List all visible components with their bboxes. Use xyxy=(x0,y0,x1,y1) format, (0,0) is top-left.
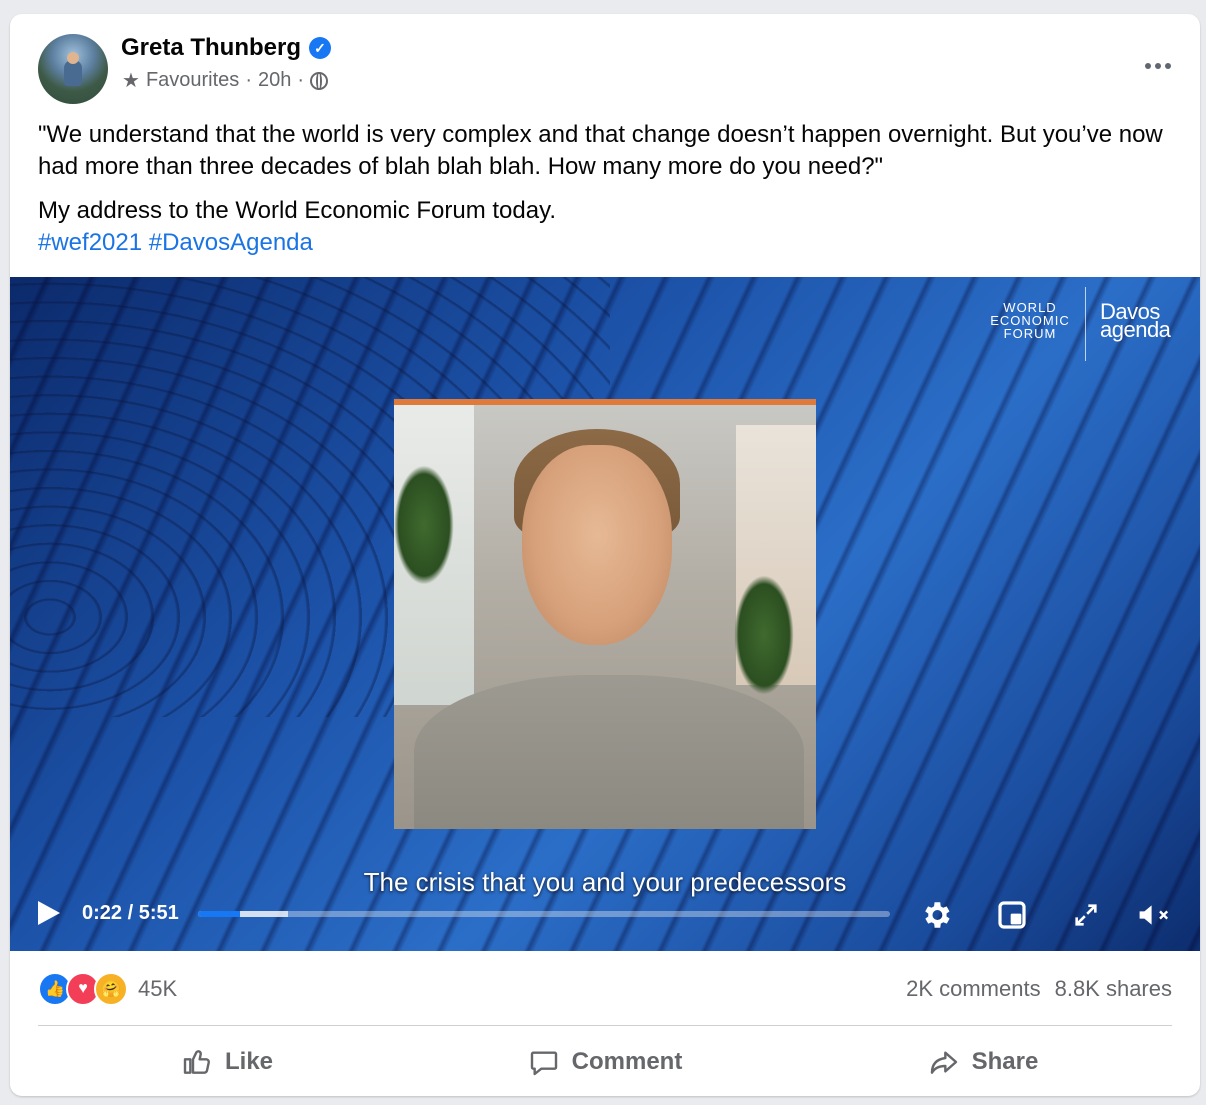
care-reaction-icon: 🤗 xyxy=(94,972,128,1006)
meta-separator: · xyxy=(245,69,252,91)
author-name[interactable]: Greta Thunberg xyxy=(121,34,301,62)
logo-divider xyxy=(1085,287,1086,361)
post-text: "We understand that the world is very co… xyxy=(38,119,1168,271)
post-body: My address to the World Economic Forum t… xyxy=(38,197,556,224)
plant-shape xyxy=(394,465,454,585)
comment-bubble-icon xyxy=(530,1051,557,1076)
actions-divider xyxy=(38,1025,1172,1026)
video-progress-bar[interactable] xyxy=(198,911,890,917)
plant-shape xyxy=(734,575,794,695)
more-dot-icon xyxy=(1145,63,1151,69)
reaction-summary[interactable]: 👍 ♥ 🤗 45K xyxy=(38,972,177,1006)
post-quote: "We understand that the world is very co… xyxy=(38,121,1163,180)
post-time[interactable]: 20h xyxy=(258,69,291,92)
share-button[interactable]: Share xyxy=(794,1034,1172,1090)
picture-in-picture-icon[interactable] xyxy=(994,897,1030,933)
comment-label: Comment xyxy=(571,1048,683,1075)
davos-agenda-logo: Davos agenda xyxy=(1100,301,1171,342)
more-dot-icon xyxy=(1155,63,1161,69)
muted-speaker-icon[interactable] xyxy=(1136,897,1172,933)
wef-logo: WORLD ECONOMIC FORUM xyxy=(990,301,1070,340)
share-label: Share xyxy=(971,1048,1039,1075)
author-name-row: Greta Thunberg ✓ xyxy=(121,34,332,62)
post-stats: 2K comments 8.8K shares xyxy=(906,976,1172,1002)
globe-icon[interactable] xyxy=(310,71,329,90)
video-played xyxy=(198,911,240,917)
face-shape xyxy=(522,445,672,645)
comments-count[interactable]: 2K comments xyxy=(906,976,1041,1002)
shares-count[interactable]: 8.8K shares xyxy=(1055,976,1172,1002)
meta-separator-2: · xyxy=(297,69,305,91)
verified-check-icon: ✓ xyxy=(309,37,332,59)
reaction-count[interactable]: 45K xyxy=(138,976,177,1002)
video-time: 0:22 / 5:51 xyxy=(82,902,179,924)
avatar-head-shape xyxy=(67,52,79,64)
post-actions: Like Comment Share xyxy=(38,1034,1172,1090)
wef-logo-line3: FORUM xyxy=(1003,326,1057,341)
davos-logo-line2: agenda xyxy=(1100,317,1171,342)
share-arrow-icon xyxy=(930,1051,957,1074)
play-icon[interactable] xyxy=(38,901,60,925)
like-label: Like xyxy=(224,1048,274,1075)
fullscreen-icon[interactable] xyxy=(1068,897,1104,933)
audience-label[interactable]: Favourites xyxy=(146,69,239,92)
more-dot-icon xyxy=(1165,63,1171,69)
comment-button[interactable]: Comment xyxy=(416,1034,794,1090)
video-controls: 0:22 / 5:51 xyxy=(10,891,1200,941)
like-button[interactable]: Like xyxy=(38,1034,416,1090)
more-options-button[interactable] xyxy=(1136,48,1180,84)
speaker-video-frame xyxy=(394,399,816,829)
post-hashtags[interactable]: #wef2021 #DavosAgenda xyxy=(38,227,1168,259)
settings-gear-icon[interactable] xyxy=(918,897,954,933)
thumbs-up-icon xyxy=(183,1050,210,1074)
post-card: Greta Thunberg ✓ ★ Favourites · 20h · "W… xyxy=(10,14,1200,1096)
video-player[interactable]: WORLD ECONOMIC FORUM Davos agenda The cr… xyxy=(10,277,1200,951)
hoodie-shape xyxy=(414,675,804,829)
author-avatar[interactable] xyxy=(38,34,108,104)
post-meta: ★ Favourites · 20h · xyxy=(122,68,329,93)
star-icon: ★ xyxy=(122,70,140,92)
